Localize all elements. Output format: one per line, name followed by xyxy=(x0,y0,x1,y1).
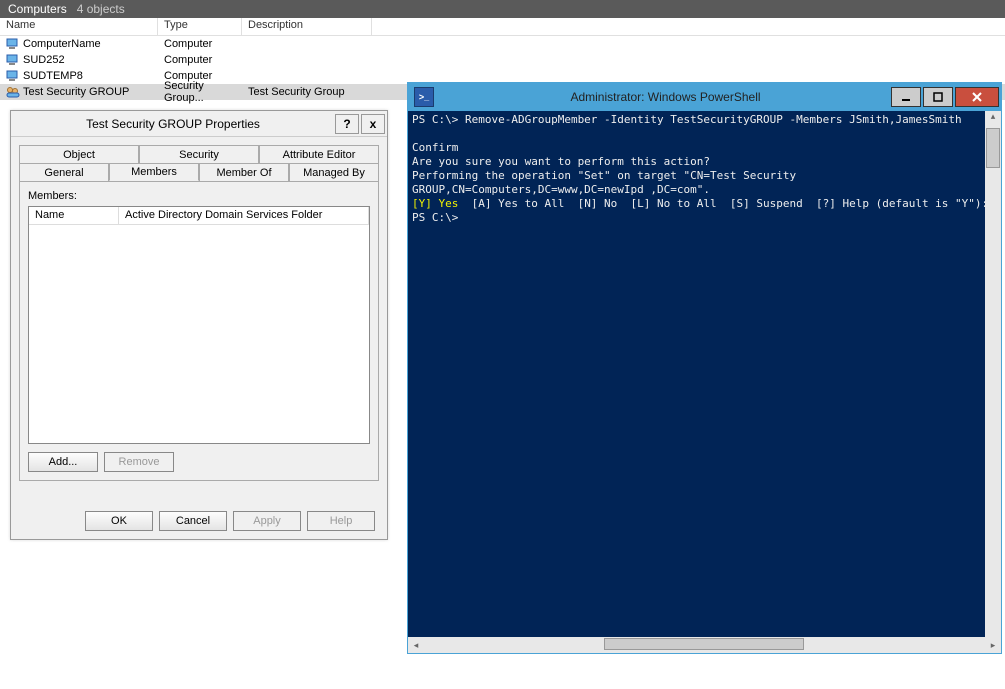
row-name: Test Security GROUP xyxy=(23,86,129,98)
vertical-scrollbar[interactable]: ▴ xyxy=(985,111,1001,637)
tab-general[interactable]: General xyxy=(19,163,109,181)
scroll-left-arrow[interactable]: ◂ xyxy=(408,640,424,651)
members-column-name[interactable]: Name xyxy=(29,207,119,224)
help-button: Help xyxy=(307,511,375,531)
tab-security[interactable]: Security xyxy=(139,145,259,163)
powershell-window: >_ Administrator: Windows PowerShell PS … xyxy=(407,82,1002,654)
app-title-bar: Computers 4 objects xyxy=(0,0,1005,18)
tab-member-of[interactable]: Member Of xyxy=(199,163,289,181)
computer-icon xyxy=(6,70,20,82)
dialog-tabs: ObjectSecurityAttribute Editor GeneralMe… xyxy=(11,137,387,181)
dialog-help-button[interactable]: ? xyxy=(335,114,359,134)
remove-button: Remove xyxy=(104,452,174,472)
column-type[interactable]: Type xyxy=(158,18,242,35)
properties-dialog: Test Security GROUP Properties ? x Objec… xyxy=(10,110,388,540)
column-description[interactable]: Description xyxy=(242,18,372,35)
row-name: ComputerName xyxy=(23,38,101,50)
computer-icon xyxy=(6,54,20,66)
row-name: SUDTEMP8 xyxy=(23,70,83,82)
row-type: Computer xyxy=(158,38,242,50)
scroll-up-arrow[interactable]: ▴ xyxy=(985,111,1001,127)
object-count: 4 objects xyxy=(77,2,125,16)
dialog-close-button[interactable]: x xyxy=(361,114,385,134)
tab-attribute-editor[interactable]: Attribute Editor xyxy=(259,145,379,163)
tab-object[interactable]: Object xyxy=(19,145,139,163)
scroll-thumb-h[interactable] xyxy=(604,638,804,650)
cancel-button[interactable]: Cancel xyxy=(159,511,227,531)
row-desc: Test Security Group xyxy=(242,86,372,98)
computer-icon xyxy=(6,38,20,50)
tab-content-members: Members: Name Active Directory Domain Se… xyxy=(19,181,379,481)
tab-managed-by[interactable]: Managed By xyxy=(289,163,379,181)
row-name: SUD252 xyxy=(23,54,65,66)
apply-button: Apply xyxy=(233,511,301,531)
powershell-titlebar[interactable]: >_ Administrator: Windows PowerShell xyxy=(408,83,1001,111)
column-name[interactable]: Name xyxy=(0,18,158,35)
list-row[interactable]: SUD252 Computer xyxy=(0,52,1005,68)
powershell-icon: >_ xyxy=(414,87,434,107)
add-button[interactable]: Add... xyxy=(28,452,98,472)
members-column-folder[interactable]: Active Directory Domain Services Folder xyxy=(119,207,369,224)
horizontal-scrollbar[interactable]: ◂ ▸ xyxy=(408,637,1001,653)
members-listbox[interactable]: Name Active Directory Domain Services Fo… xyxy=(28,206,370,444)
title-bar-label: Computers xyxy=(8,2,67,16)
scroll-thumb-v[interactable] xyxy=(986,128,1000,168)
minimize-button[interactable] xyxy=(891,87,921,107)
powershell-title: Administrator: Windows PowerShell xyxy=(440,90,891,104)
dialog-titlebar: Test Security GROUP Properties ? x xyxy=(11,111,387,137)
ok-button[interactable]: OK xyxy=(85,511,153,531)
list-header: Name Type Description xyxy=(0,18,1005,36)
row-type: Security Group... xyxy=(158,80,242,104)
scroll-right-arrow[interactable]: ▸ xyxy=(985,640,1001,651)
row-type: Computer xyxy=(158,54,242,66)
tab-members[interactable]: Members xyxy=(109,163,199,181)
list-row[interactable]: ComputerName Computer xyxy=(0,36,1005,52)
dialog-title: Test Security GROUP Properties xyxy=(11,117,335,131)
group-icon xyxy=(6,86,20,98)
close-button[interactable] xyxy=(955,87,999,107)
maximize-button[interactable] xyxy=(923,87,953,107)
members-label: Members: xyxy=(28,190,370,202)
powershell-console[interactable]: PS C:\> Remove-ADGroupMember -Identity T… xyxy=(408,111,1001,637)
